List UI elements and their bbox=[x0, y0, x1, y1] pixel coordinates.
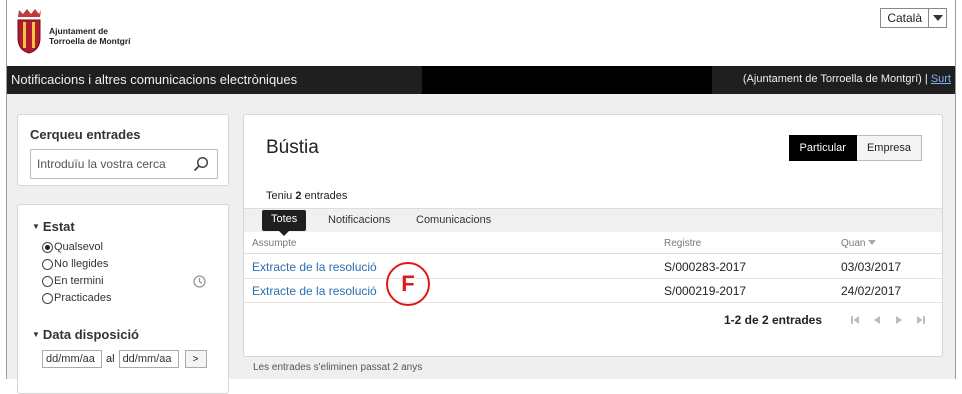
next-page-icon[interactable] bbox=[894, 315, 904, 325]
entries-count: Teniu 2 entrades bbox=[266, 190, 348, 202]
row-registre: S/000283-2017 bbox=[664, 260, 747, 274]
previous-page-icon[interactable] bbox=[872, 315, 882, 325]
clock-icon bbox=[193, 275, 206, 288]
coat-of-arms-icon bbox=[17, 9, 41, 54]
row-subject-link[interactable]: Extracte de la resolució bbox=[252, 284, 377, 298]
content-area: Cerqueu entrades Introduïu la vostra cer… bbox=[7, 94, 955, 394]
last-page-icon[interactable] bbox=[916, 315, 926, 325]
column-quan[interactable]: Quan bbox=[841, 238, 877, 249]
column-registre[interactable]: Registre bbox=[664, 238, 701, 249]
radio-qualsevol[interactable]: Qualsevol bbox=[42, 241, 103, 253]
table-row: Extracte de la resolució S/000219-2017 2… bbox=[244, 279, 942, 303]
search-icon[interactable] bbox=[193, 156, 209, 172]
search-panel: Cerqueu entrades Introduïu la vostra cer… bbox=[17, 114, 229, 186]
account-type-toggle: Particular Empresa bbox=[788, 135, 922, 161]
tab-bar: Totes Notificacions Comunicacions bbox=[244, 208, 942, 236]
radio-en-termini[interactable]: En termini bbox=[42, 275, 104, 287]
row-subject-link[interactable]: Extracte de la resolució bbox=[252, 260, 377, 274]
user-info: (Ajuntament de Torroella de Montgrí) | S… bbox=[742, 73, 951, 85]
date-apply-button[interactable]: > bbox=[184, 350, 207, 368]
search-title: Cerqueu entrades bbox=[30, 127, 141, 142]
table-row: Extracte de la resolució S/000283-2017 0… bbox=[244, 255, 942, 279]
date-from-input[interactable]: dd/mm/aa bbox=[42, 350, 102, 368]
inbox-panel: Bústia Particular Empresa Teniu 2 entrad… bbox=[243, 114, 943, 357]
radio-practicades[interactable]: Practicades bbox=[42, 292, 111, 304]
date-to-input[interactable]: dd/mm/aa bbox=[118, 350, 179, 368]
filter-panel: ▼ Estat Qualsevol No llegides En termini … bbox=[17, 204, 229, 394]
tab-notificacions[interactable]: Notificacions bbox=[328, 214, 390, 226]
data-filter-toggle[interactable]: ▼ Data disposició bbox=[32, 327, 139, 342]
logout-link[interactable]: Surt bbox=[931, 73, 951, 85]
chevron-down-icon[interactable] bbox=[928, 9, 946, 27]
retention-note: Les entrades s'eliminen passat 2 anys bbox=[253, 362, 423, 373]
app-window: Ajuntament de Torroella de Montgrí Catal… bbox=[6, 0, 956, 394]
search-input[interactable]: Introduïu la vostra cerca bbox=[30, 149, 218, 179]
particular-button[interactable]: Particular bbox=[788, 135, 857, 161]
radio-no-llegides[interactable]: No llegides bbox=[42, 258, 108, 270]
date-range: dd/mm/aa al dd/mm/aa > bbox=[42, 350, 207, 368]
language-value: Català bbox=[887, 11, 922, 25]
site-header: Ajuntament de Torroella de Montgrí Catal… bbox=[7, 0, 955, 66]
column-assumpte[interactable]: Assumpte bbox=[252, 238, 296, 249]
annotation-marker: F bbox=[386, 262, 430, 306]
redacted-area bbox=[422, 66, 712, 94]
sort-desc-icon bbox=[868, 240, 877, 245]
first-page-icon[interactable] bbox=[850, 315, 860, 325]
row-date: 03/03/2017 bbox=[841, 260, 902, 274]
app-title: Notificacions i altres comunicacions ele… bbox=[11, 72, 298, 87]
top-navbar: Notificacions i altres comunicacions ele… bbox=[7, 66, 955, 94]
pagination: 1-2 de 2 entrades bbox=[724, 313, 926, 327]
tab-totes[interactable]: Totes bbox=[262, 210, 307, 236]
search-placeholder: Introduïu la vostra cerca bbox=[37, 157, 166, 171]
language-select[interactable]: Català bbox=[880, 8, 947, 28]
estat-filter-toggle[interactable]: ▼ Estat bbox=[32, 219, 75, 234]
row-registre: S/000219-2017 bbox=[664, 284, 747, 298]
logo-text: Ajuntament de Torroella de Montgrí bbox=[49, 26, 131, 46]
empresa-button[interactable]: Empresa bbox=[856, 135, 922, 161]
pagination-summary: 1-2 de 2 entrades bbox=[723, 313, 822, 327]
tab-comunicacions[interactable]: Comunicacions bbox=[416, 214, 491, 226]
date-separator: al bbox=[106, 353, 115, 365]
table-header: Assumpte Registre Quan bbox=[244, 232, 942, 254]
row-date: 24/02/2017 bbox=[841, 284, 902, 298]
page-title: Bústia bbox=[266, 137, 319, 158]
